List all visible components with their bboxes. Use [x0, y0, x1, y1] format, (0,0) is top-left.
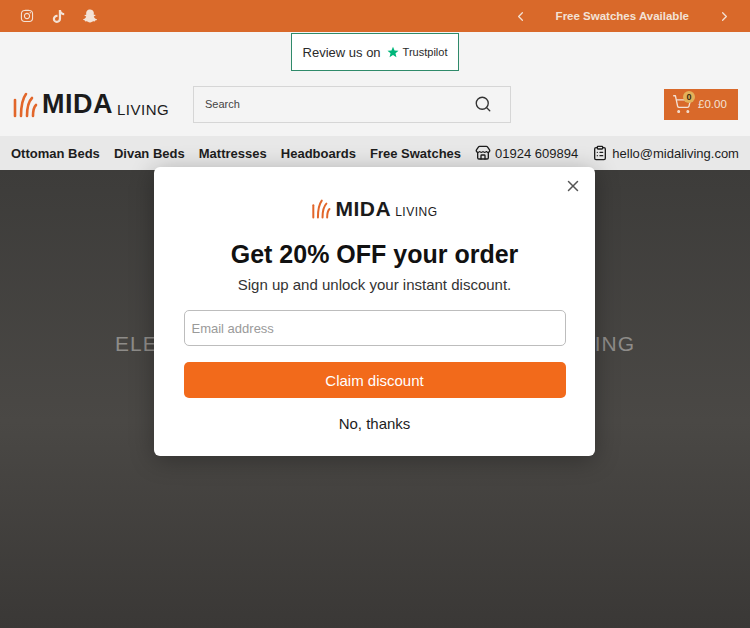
top-bar: Free Swatches Available	[0, 0, 750, 32]
announcement: Free Swatches Available	[513, 9, 732, 24]
trustpilot-button[interactable]: Review us onTrustpilot	[291, 33, 460, 71]
cart-total: £0.00	[698, 98, 727, 110]
dismiss-button[interactable]: No, thanks	[333, 413, 417, 435]
header: MIDALIVINGSearch 0£0.00	[0, 72, 750, 136]
trustpilot-row: Review us onTrustpilot	[0, 32, 750, 72]
main-nav: Ottoman Beds Divan Beds Mattresses Headboar…	[0, 136, 750, 170]
previous-icon[interactable]	[513, 9, 528, 24]
email-input[interactable]	[184, 310, 566, 346]
search-field[interactable]: Search	[193, 86, 511, 123]
clipboard-icon	[592, 145, 608, 161]
cart-count-badge: 0	[683, 91, 695, 103]
site-logo[interactable]: MIDALIVING	[12, 91, 193, 118]
nav-link[interactable]: Free Swatches	[370, 146, 461, 161]
store-icon	[475, 145, 491, 161]
next-icon[interactable]	[717, 9, 732, 24]
nav-link[interactable]: Ottoman Beds	[11, 146, 100, 161]
email-link[interactable]: hello@midaliving.com	[592, 145, 739, 161]
nav-link[interactable]: Headboards	[281, 146, 356, 161]
snapchat-icon[interactable]	[83, 9, 97, 23]
phone-link[interactable]: 01924 609894	[475, 145, 578, 161]
search-icon[interactable]	[474, 95, 492, 113]
logo-mark-icon	[12, 92, 38, 118]
nav-link[interactable]: Mattresses	[199, 146, 267, 161]
popup-logo[interactable]: MIDALIVING	[311, 198, 437, 219]
claim-button[interactable]: Claim discount	[184, 362, 566, 398]
instagram-icon[interactable]	[20, 9, 34, 23]
star-icon	[387, 46, 399, 58]
social-links	[20, 9, 97, 23]
announcement-text: Free Swatches Available	[556, 10, 689, 22]
logo-mark-icon	[311, 199, 331, 219]
close-button[interactable]	[562, 175, 584, 197]
popup-title: Get 20% OFF your order	[231, 239, 519, 269]
popup-subtitle: Sign up and unlock your instant discount…	[238, 275, 512, 295]
page: Free Swatches Available Review us onTrust…	[0, 0, 750, 628]
close-icon	[564, 177, 582, 195]
discount-popup: MIDALIVING Get 20% OFF your order Sign up …	[154, 167, 595, 456]
nav-link[interactable]: Divan Beds	[114, 146, 185, 161]
tiktok-icon[interactable]	[52, 10, 65, 23]
cart-button[interactable]: 0£0.00	[664, 89, 738, 120]
